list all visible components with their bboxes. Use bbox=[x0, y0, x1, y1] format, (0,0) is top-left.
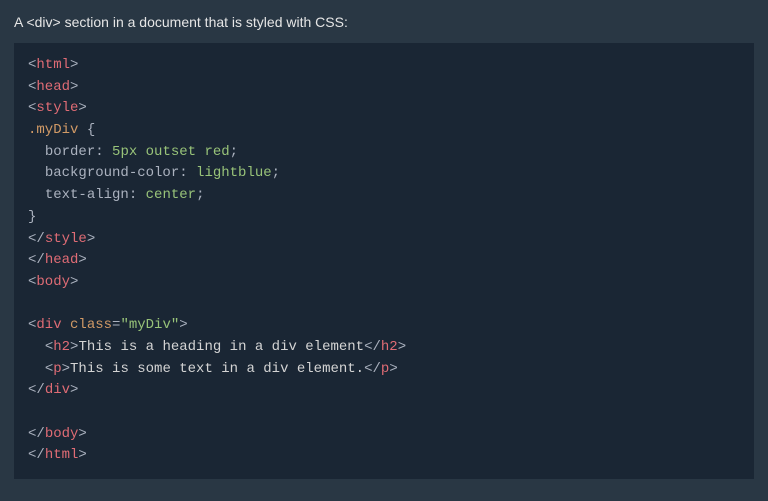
tag-h2-open: h2 bbox=[53, 339, 70, 355]
tag-style-open: style bbox=[36, 100, 78, 116]
css-val-ta: center bbox=[146, 187, 196, 203]
h2-text: This is a heading in a div element bbox=[78, 339, 364, 355]
tag-body-close: body bbox=[45, 426, 79, 442]
tag-body-open: body bbox=[36, 274, 70, 290]
css-prop-border: border bbox=[45, 144, 95, 160]
code-block: <html> <head> <style> .myDiv { border: 5… bbox=[28, 55, 740, 467]
tag-h2-close: h2 bbox=[381, 339, 398, 355]
tag-p-open: p bbox=[53, 361, 61, 377]
attr-class-val: "myDiv" bbox=[120, 317, 179, 333]
css-val-border: 5px outset red bbox=[112, 144, 230, 160]
caption-text: A <div> section in a document that is st… bbox=[14, 12, 754, 33]
tag-div-close: div bbox=[45, 382, 70, 398]
css-close-brace: } bbox=[28, 209, 36, 225]
attr-class-name: class bbox=[70, 317, 112, 333]
tag-head-open: head bbox=[36, 79, 70, 95]
css-selector: .myDiv bbox=[28, 122, 78, 138]
css-val-bg: lightblue bbox=[196, 165, 272, 181]
tag-html-close: html bbox=[45, 447, 79, 463]
p-text: This is some text in a div element. bbox=[70, 361, 364, 377]
css-open-brace: { bbox=[87, 122, 95, 138]
tag-style-close: style bbox=[45, 231, 87, 247]
css-prop-bg: background-color bbox=[45, 165, 179, 181]
tag-div-open: div bbox=[36, 317, 61, 333]
tag-head-close: head bbox=[45, 252, 79, 268]
page-container: A <div> section in a document that is st… bbox=[0, 0, 768, 491]
code-panel: <html> <head> <style> .myDiv { border: 5… bbox=[14, 43, 754, 479]
css-prop-ta: text-align bbox=[45, 187, 129, 203]
tag-html-open: html bbox=[36, 57, 70, 73]
